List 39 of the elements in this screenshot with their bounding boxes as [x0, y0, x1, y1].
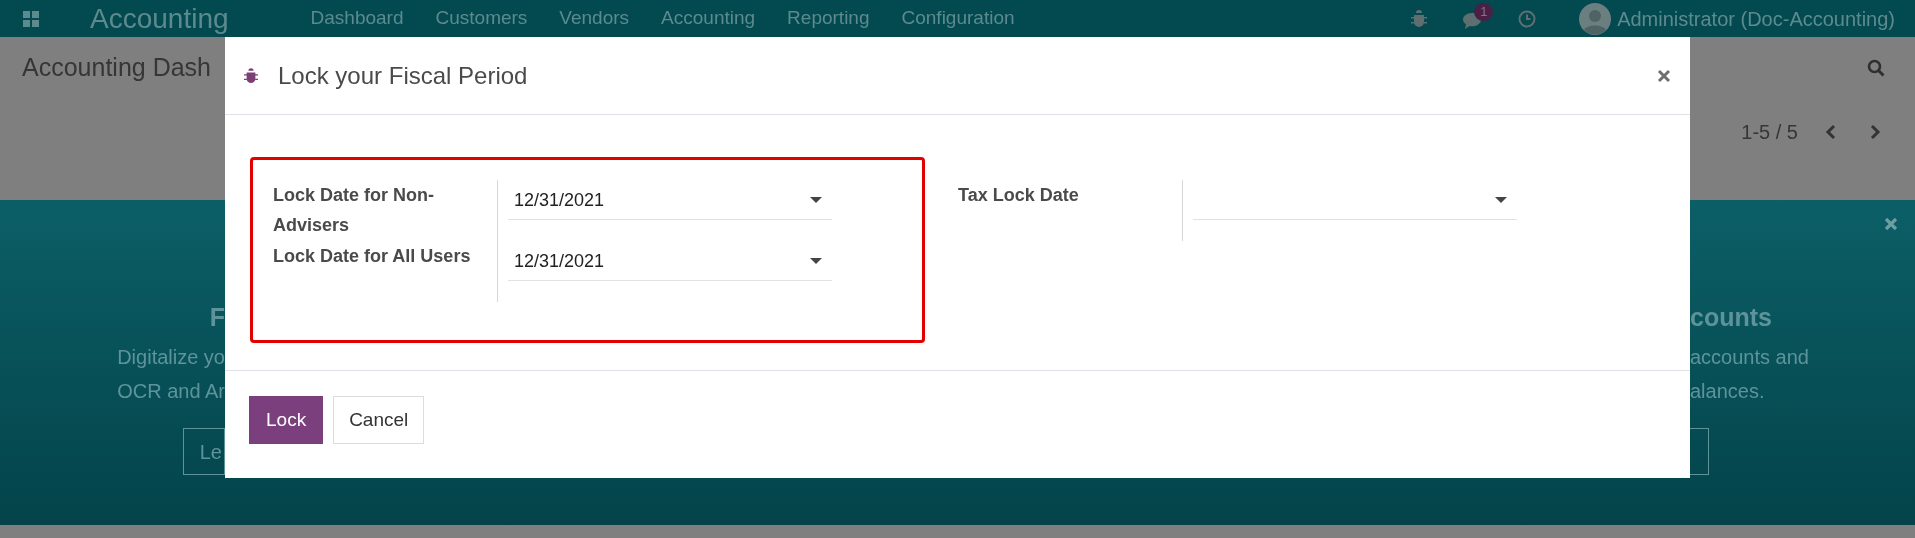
date-field[interactable]: 12/31/2021 — [508, 242, 832, 281]
banner-button[interactable]: Le — [182, 428, 225, 475]
caret-icon[interactable] — [1495, 197, 1507, 203]
cancel-button[interactable]: Cancel — [333, 396, 425, 444]
caret-icon[interactable] — [810, 258, 822, 264]
field-label: Lock Date for All Users — [273, 245, 472, 268]
user-name[interactable]: Administrator (Doc-Accounting) — [1617, 3, 1895, 34]
banner-text: Digitalize yo — [117, 345, 225, 370]
close-icon[interactable] — [1657, 68, 1671, 83]
field-label: Lock Date for Non-Advisers — [273, 184, 435, 237]
banner-text: alances. — [1690, 379, 1765, 404]
pager-label: 1-5 / 5 — [1741, 120, 1798, 145]
bug-icon — [244, 67, 258, 84]
page-title: Accounting Dash — [22, 52, 211, 84]
avatar-icon[interactable] — [1579, 2, 1612, 35]
bug-icon[interactable] — [1411, 9, 1428, 28]
menu-item[interactable]: Customers — [435, 4, 528, 33]
clock-icon[interactable] — [1518, 9, 1537, 28]
menu-item[interactable]: Configuration — [901, 4, 1015, 33]
lock-button[interactable]: Lock — [249, 396, 324, 444]
banner-text: OCR and Ar — [117, 379, 225, 404]
menu-item[interactable]: Accounting — [661, 4, 756, 33]
message-count-badge: 1 — [1474, 2, 1494, 21]
field-label: Tax Lock Date — [958, 184, 1080, 207]
close-icon[interactable] — [1884, 217, 1898, 231]
menu-item[interactable]: Vendors — [559, 4, 630, 33]
app-name[interactable]: Accounting — [90, 0, 229, 40]
banner-text: accounts and — [1690, 345, 1809, 370]
dialog-title: Lock your Fiscal Period — [278, 60, 528, 91]
date-field[interactable]: 12/31/2021 — [508, 181, 832, 220]
caret-icon[interactable] — [810, 197, 822, 203]
previous-page-icon[interactable] — [1825, 124, 1836, 140]
banner-heading: F — [209, 302, 225, 333]
apps-menu-icon[interactable] — [23, 10, 39, 27]
search-icon[interactable] — [1867, 59, 1885, 77]
banner-heading: counts — [1690, 302, 1772, 333]
menu-item[interactable]: Reporting — [787, 4, 870, 33]
next-page-icon[interactable] — [1870, 124, 1881, 140]
menu-item[interactable]: Dashboard — [310, 4, 404, 33]
